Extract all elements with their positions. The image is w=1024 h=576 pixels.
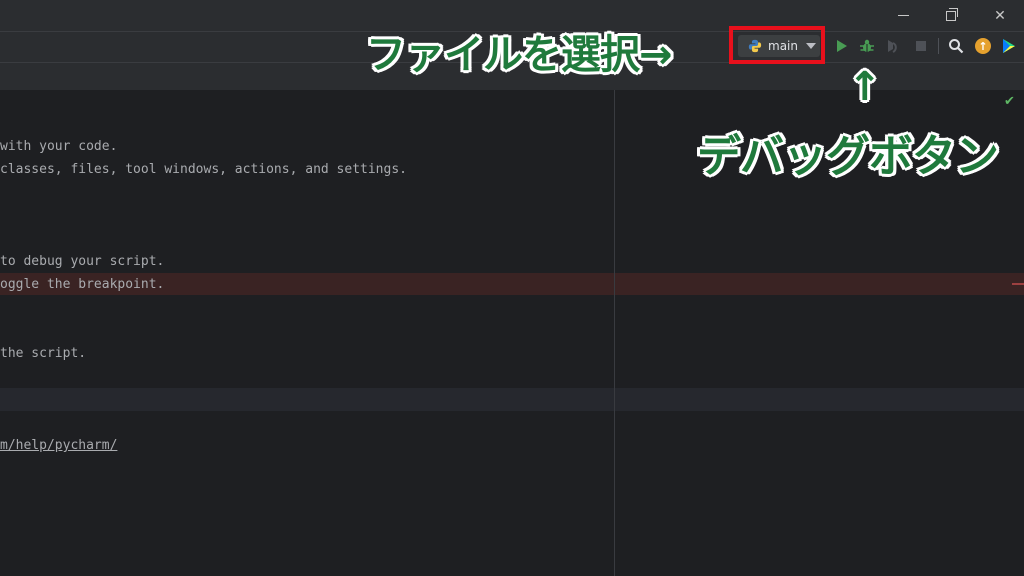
debug-button[interactable]: [857, 36, 877, 56]
breakpoint-marker: [1012, 283, 1024, 285]
right-margin-guide: [614, 90, 615, 576]
help-link[interactable]: m/help/pycharm/: [0, 438, 117, 453]
restore-icon: [946, 7, 958, 21]
code-line[interactable]: to debug your script.: [0, 254, 164, 269]
plugin-button[interactable]: [999, 36, 1019, 56]
plugin-icon: [1003, 39, 1015, 53]
annotation-file-select: ファイルを選択→: [366, 32, 673, 78]
code-line[interactable]: classes, files, tool windows, actions, a…: [0, 162, 407, 177]
inspection-ok-icon[interactable]: ✔: [1004, 94, 1015, 109]
run-button[interactable]: [832, 36, 852, 56]
annotation-arrow: ↑: [848, 64, 882, 110]
annotation-debug-button: デバッグボタン: [697, 131, 999, 182]
current-line-highlight: [0, 388, 1024, 411]
coverage-button[interactable]: [883, 36, 903, 56]
update-button[interactable]: ↑: [973, 36, 993, 56]
play-icon: [837, 40, 847, 52]
bug-icon: [860, 39, 874, 52]
search-icon: [949, 39, 964, 54]
close-button[interactable]: ✕: [977, 0, 1023, 31]
coverage-icon: [888, 40, 897, 53]
code-line[interactable]: with your code.: [0, 139, 117, 154]
toolbar-separator: [938, 38, 939, 54]
highlight-box: [729, 26, 825, 64]
stop-icon: [916, 41, 926, 51]
search-button[interactable]: [946, 36, 966, 56]
code-line[interactable]: the script.: [0, 346, 86, 361]
update-icon: ↑: [975, 38, 991, 54]
code-line[interactable]: oggle the breakpoint.: [0, 277, 164, 292]
restore-button[interactable]: [928, 0, 974, 31]
stop-button[interactable]: [911, 36, 931, 56]
minimize-button[interactable]: [880, 0, 926, 31]
minimize-icon: [897, 15, 909, 16]
